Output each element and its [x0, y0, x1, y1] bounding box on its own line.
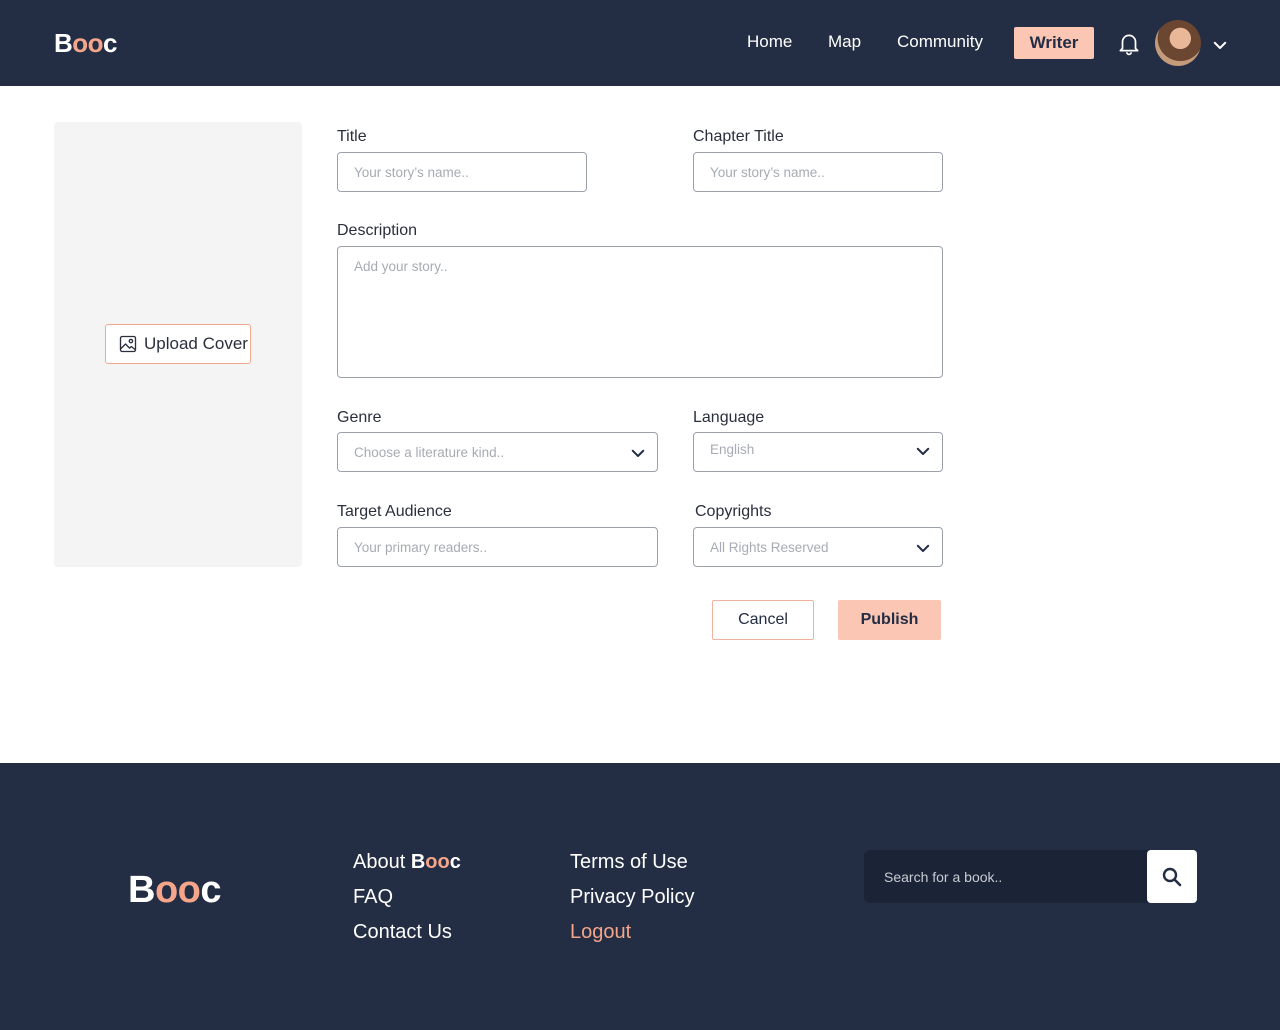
target-audience-input[interactable]: [337, 527, 658, 567]
bell-icon[interactable]: [1116, 30, 1142, 56]
language-label: Language: [693, 409, 765, 426]
upload-cover-button[interactable]: Upload Cover: [105, 324, 251, 364]
about-brand-accent: oo: [425, 851, 450, 873]
book-search-input[interactable]: [864, 850, 1148, 903]
cancel-button[interactable]: Cancel: [712, 600, 814, 640]
description-textarea[interactable]: [337, 246, 943, 378]
genre-select[interactable]: Choose a literature kind..: [337, 432, 658, 472]
logo-letter: c: [200, 869, 222, 911]
footer-faq-link[interactable]: FAQ: [353, 886, 393, 909]
upload-cover-label: Upload Cover: [144, 334, 248, 353]
description-label: Description: [337, 222, 418, 239]
logo-accent: oo: [154, 869, 201, 911]
footer-privacy-link[interactable]: Privacy Policy: [570, 886, 694, 909]
chapter-title-label: Chapter Title: [693, 128, 784, 145]
genre-select-value: Choose a literature kind..: [354, 445, 505, 460]
image-icon: [119, 335, 137, 353]
copyrights-select-value: All Rights Reserved: [710, 540, 829, 555]
nav-home-link[interactable]: Home: [747, 32, 792, 52]
chevron-down-icon[interactable]: [1211, 36, 1229, 54]
logo-accent: oo: [72, 28, 104, 58]
footer-about-link[interactable]: About Booc: [353, 851, 461, 874]
chevron-down-icon: [916, 447, 930, 455]
logo-letter: B: [128, 869, 155, 911]
chevron-down-icon: [916, 544, 930, 552]
footer-terms-link[interactable]: Terms of Use: [570, 851, 688, 874]
writer-button[interactable]: Writer: [1014, 27, 1094, 59]
logo-letter: c: [103, 28, 118, 58]
title-label: Title: [337, 128, 367, 145]
nav-community-link[interactable]: Community: [897, 32, 983, 52]
title-input[interactable]: [337, 152, 587, 192]
user-avatar[interactable]: [1155, 20, 1201, 66]
site-footer: Booc About Booc FAQ Contact Us Terms of …: [0, 763, 1280, 1030]
search-button[interactable]: [1147, 850, 1197, 903]
about-brand-letter: B: [410, 851, 426, 873]
target-audience-label: Target Audience: [337, 503, 452, 520]
language-select-value: English: [710, 442, 755, 457]
genre-label: Genre: [337, 409, 382, 426]
footer-logo[interactable]: Booc: [128, 869, 222, 912]
top-navbar: Booc Home Map Community Writer: [0, 0, 1280, 86]
copyrights-label: Copyrights: [695, 503, 772, 520]
nav-map-link[interactable]: Map: [828, 32, 861, 52]
language-select[interactable]: English: [693, 432, 943, 472]
publish-button[interactable]: Publish: [838, 600, 941, 640]
footer-contact-link[interactable]: Contact Us: [353, 921, 452, 944]
chevron-down-icon: [631, 449, 645, 457]
search-icon: [1162, 867, 1182, 886]
about-brand-letter: c: [449, 851, 461, 873]
chapter-title-input[interactable]: [693, 152, 943, 192]
brand-logo[interactable]: Booc: [54, 28, 118, 59]
copyrights-select[interactable]: All Rights Reserved: [693, 527, 943, 567]
logo-letter: B: [54, 28, 73, 58]
about-prefix: About: [353, 851, 411, 873]
footer-logout-link[interactable]: Logout: [570, 921, 631, 944]
